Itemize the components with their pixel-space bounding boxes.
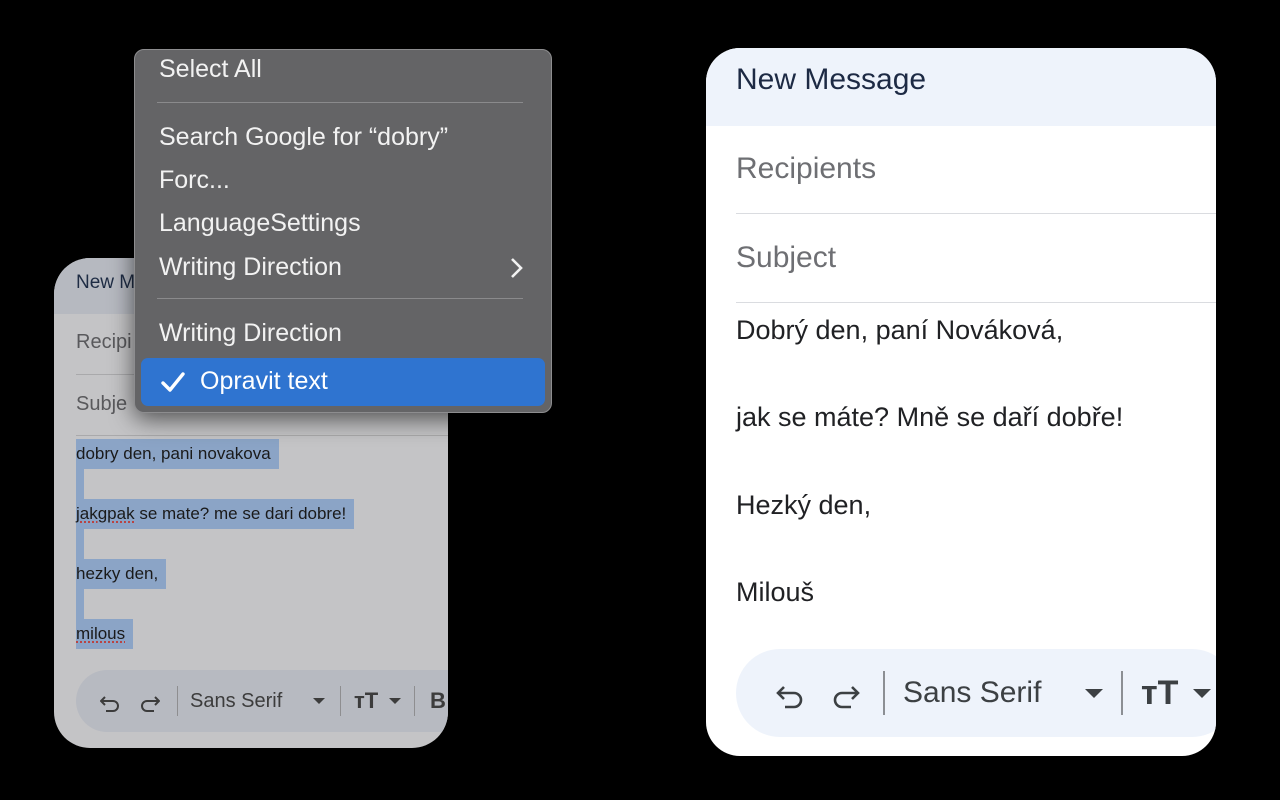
left-body-line: dobry den, pani novakova (76, 439, 279, 469)
menu-item-writing-direction-submenu[interactable]: Writing Direction (159, 253, 342, 282)
undo-icon[interactable] (99, 670, 122, 732)
menu-item-search-google[interactable]: Search Google for “dobry” (159, 123, 448, 152)
left-body-line: jakgpak se mate? me se dari dobre! (76, 499, 355, 529)
left-body-line: hezky den, (76, 559, 167, 589)
selection-gap (76, 469, 84, 499)
left-recipients-field[interactable]: Recipi (76, 331, 132, 354)
toolbar-divider (177, 686, 178, 716)
toolbar-divider (340, 686, 341, 716)
chevron-down-icon[interactable] (1084, 649, 1104, 737)
chevron-right-icon (507, 255, 527, 281)
recipients-input[interactable]: Recipients (736, 152, 876, 186)
left-formatting-toolbar: Sans Serif тT B (76, 670, 448, 732)
subject-divider (736, 302, 1216, 303)
undo-icon[interactable] (776, 649, 806, 737)
redo-icon[interactable] (830, 649, 860, 737)
body-line: Hezký den, (736, 490, 872, 520)
font-family-select[interactable]: Sans Serif (190, 670, 282, 732)
menu-item-writing-direction[interactable]: Writing Direction (159, 319, 342, 348)
chevron-down-icon[interactable] (388, 670, 402, 732)
right-formatting-toolbar: Sans Serif тT (736, 649, 1216, 737)
selection-gap (76, 529, 84, 559)
font-family-select[interactable]: Sans Serif (903, 649, 1041, 737)
context-menu: Select All Search Google for “dobry” For… (134, 49, 552, 413)
menu-item-opravit-text[interactable]: Opravit text (141, 358, 545, 406)
chevron-down-icon[interactable] (1192, 649, 1212, 737)
left-body-line: milous (76, 619, 134, 649)
body-line: Milouš (736, 577, 815, 607)
left-subject-divider (76, 435, 448, 436)
right-compose-window: New Message Recipients Subject Dobrý den… (706, 48, 1216, 756)
menu-item-select-all[interactable]: Select All (159, 55, 262, 84)
body-line: Dobrý den, paní Nováková, (736, 315, 1064, 345)
redo-icon[interactable] (138, 670, 161, 732)
menu-item-label: Opravit text (200, 367, 328, 395)
misspelled-word: jakgpak (76, 504, 135, 523)
checkmark-icon (161, 371, 185, 393)
menu-item-language-settings[interactable]: LanguageSettings (159, 209, 361, 238)
menu-separator (157, 102, 523, 103)
text-size-icon[interactable]: тT (1141, 649, 1178, 737)
bold-button[interactable]: B (430, 670, 446, 732)
chevron-down-icon[interactable] (312, 670, 326, 732)
text-size-icon[interactable]: тT (354, 670, 378, 732)
subject-input[interactable]: Subject (736, 241, 836, 275)
selection-gap (76, 589, 84, 619)
toolbar-divider (1121, 671, 1123, 715)
left-subject-field[interactable]: Subje (76, 393, 127, 416)
toolbar-divider (414, 686, 415, 716)
menu-item-force[interactable]: Forc... (159, 166, 230, 195)
right-compose-header: New Message (706, 48, 1216, 126)
recipients-divider (736, 213, 1216, 214)
left-compose-title: New M (76, 272, 136, 293)
body-line: jak se máte? Mně se daří dobře! (736, 402, 1124, 432)
menu-separator (157, 298, 523, 299)
misspelled-word: milous (76, 624, 126, 643)
toolbar-divider (883, 671, 885, 715)
right-compose-title: New Message (736, 63, 927, 96)
